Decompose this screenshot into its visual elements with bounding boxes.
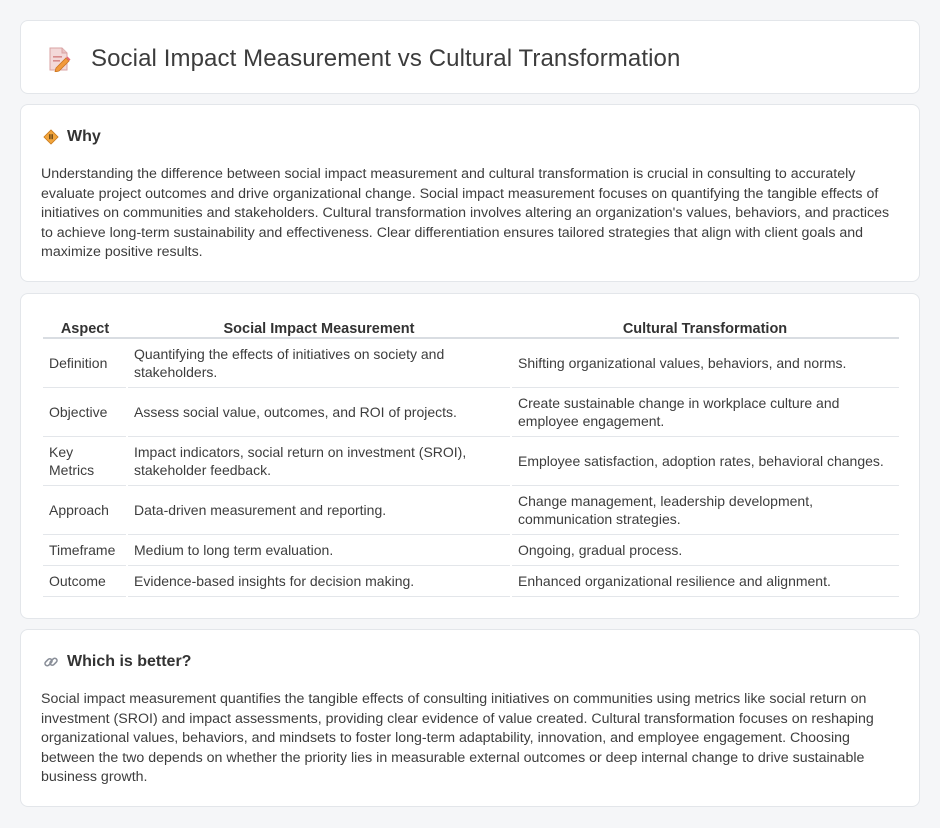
table-row: Objective Assess social value, outcomes,… [43,387,899,437]
row-aspect: Key Metrics [43,436,127,486]
row-aspect: Approach [43,485,127,535]
why-card: Why Understanding the difference between… [20,104,920,282]
row-aspect: Outcome [43,565,127,597]
row-social-impact: Impact indicators, social return on inve… [126,436,511,486]
table-row: Approach Data-driven measurement and rep… [43,485,899,535]
row-social-impact: Medium to long term evaluation. [126,534,511,566]
better-heading-text: Which is better? [67,653,192,670]
row-cultural-transformation: Enhanced organizational resilience and a… [510,565,899,597]
row-social-impact: Evidence-based insights for decision mak… [126,565,511,597]
better-heading: Which is better? [43,653,191,671]
better-card: Which is better? Social impact measureme… [20,629,920,807]
link-icon [44,657,58,667]
row-social-impact: Quantifying the effects of initiatives o… [126,338,511,388]
header-cultural-transformation: Cultural Transformation [511,316,899,339]
page-title: Social Impact Measurement vs Cultural Tr… [91,45,681,72]
diamond-sign-icon [43,129,59,145]
title-row: Social Impact Measurement vs Cultural Tr… [47,45,680,73]
table-header-row: Aspect Social Impact Measurement Cultura… [43,316,899,339]
header-card: Social Impact Measurement vs Cultural Tr… [20,20,920,94]
row-aspect: Objective [43,387,127,437]
row-cultural-transformation: Shifting organizational values, behavior… [510,338,899,388]
table-row: Outcome Evidence-based insights for deci… [43,565,899,597]
why-heading: Why [43,128,101,146]
better-paragraph: Social impact measurement quantifies the… [41,691,874,786]
row-aspect: Definition [43,338,127,388]
row-social-impact: Data-driven measurement and reporting. [126,485,511,535]
row-aspect: Timeframe [43,534,127,566]
header-aspect: Aspect [43,316,127,339]
comparison-card: Aspect Social Impact Measurement Cultura… [20,293,920,619]
why-paragraph: Understanding the difference between soc… [41,166,890,261]
comparison-table: Aspect Social Impact Measurement Cultura… [43,316,899,597]
document-pencil-icon [49,47,71,72]
row-cultural-transformation: Employee satisfaction, adoption rates, b… [510,436,899,486]
row-cultural-transformation: Create sustainable change in workplace c… [510,387,899,437]
table-row: Timeframe Medium to long term evaluation… [43,534,899,566]
row-social-impact: Assess social value, outcomes, and ROI o… [126,387,511,437]
table-row: Definition Quantifying the effects of in… [43,338,899,388]
header-social-impact: Social Impact Measurement [127,316,511,339]
row-cultural-transformation: Ongoing, gradual process. [510,534,899,566]
table-row: Key Metrics Impact indicators, social re… [43,436,899,486]
why-heading-text: Why [67,128,101,145]
row-cultural-transformation: Change management, leadership developmen… [510,485,899,535]
